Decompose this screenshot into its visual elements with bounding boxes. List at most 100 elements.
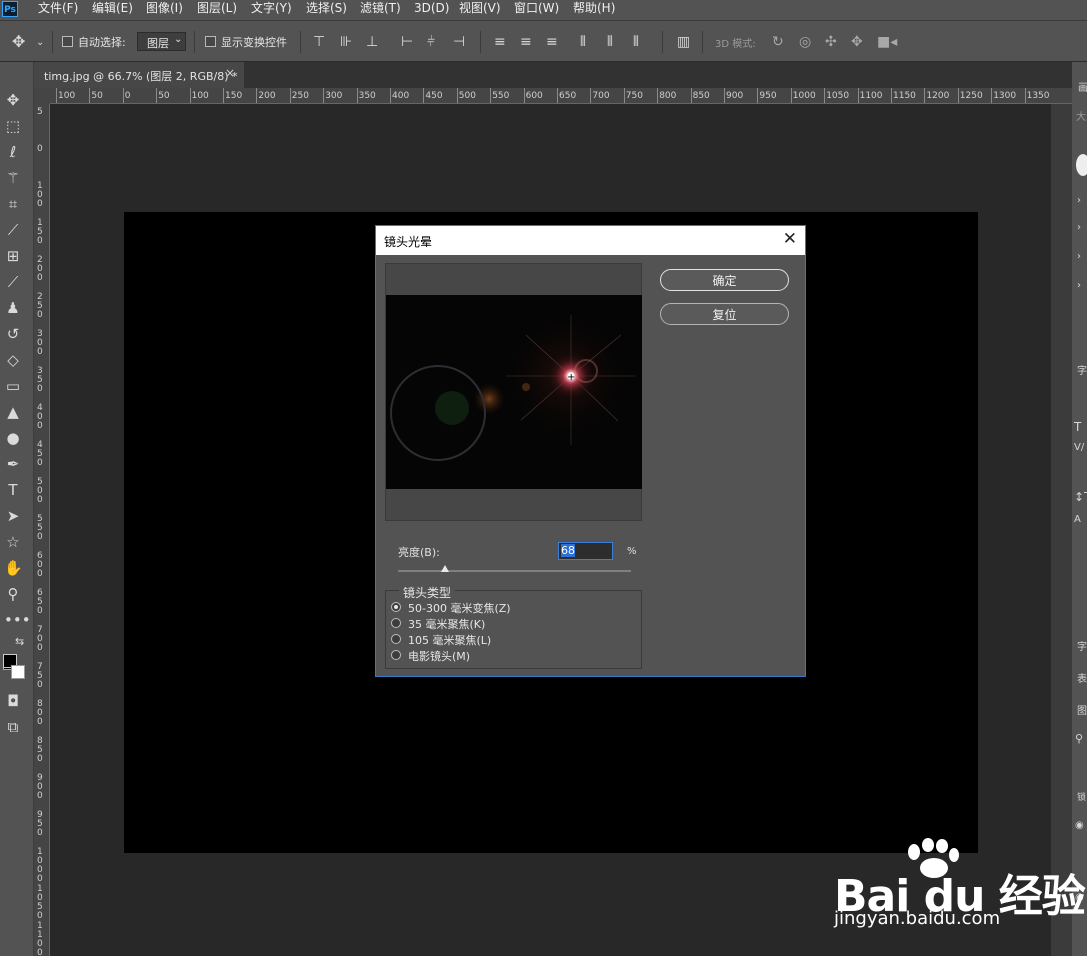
panel-tab-label[interactable]: 字 [1077,362,1087,377]
show-transform-checkbox[interactable] [205,36,216,47]
menu-type[interactable]: 文字(Y) [251,0,292,20]
panel-tab-label[interactable]: 画 [1078,79,1087,94]
document-tab[interactable]: timg.jpg @ 66.7% (图层 2, RGB/8) * × [34,62,244,88]
distribute-vcenter-icon[interactable]: ≡ [520,35,532,49]
3d-orbit-icon[interactable]: ↻ [772,35,784,49]
vertical-ruler[interactable]: 5 0 1 0 0 1 5 0 2 0 0 2 5 0 3 0 0 3 5 0 4 0 0 4 5… [34,104,50,956]
distribute-top-icon[interactable]: ≡ [494,35,506,49]
gradient-tool-icon[interactable]: ▭ [4,377,22,395]
background-color-swatch[interactable] [11,665,25,679]
pen-tool-icon[interactable]: ✒ [4,455,22,473]
radio-button[interactable] [391,634,401,644]
menu-window[interactable]: 窗口(W) [514,0,559,20]
auto-select-checkbox[interactable] [62,36,73,47]
brush-tool-icon[interactable]: ⟋ [4,273,22,291]
menu-file[interactable]: 文件(F) [38,0,78,20]
zoom-tool-icon[interactable]: ⚲ [4,585,22,603]
shape-tool-icon[interactable]: ☆ [4,533,22,551]
align-vcenter-icon[interactable]: ⊪ [340,35,352,49]
text-tool-icon[interactable]: T [1074,420,1081,434]
distribute-left-icon[interactable]: ⫴ [580,35,586,49]
distribute-hcenter-icon[interactable]: ⫴ [607,35,613,49]
swap-colors-icon[interactable]: ⇆ [15,635,24,648]
screen-mode-icon[interactable]: ⧉ [4,718,22,736]
panel-tab-label[interactable]: 图 [1077,702,1087,717]
horizontal-ruler[interactable]: 100 50 0 50 100 150 200 250 300 350 400 450 500 550 60… [50,88,1072,104]
eye-icon[interactable]: ◉ [1075,820,1084,831]
auto-align-icon[interactable]: ▥ [677,35,690,49]
magic-wand-tool-icon[interactable]: ⚚ [4,169,22,187]
brightness-slider-thumb[interactable] [440,565,449,572]
menu-layer[interactable]: 图层(L) [197,0,237,20]
move-tool-icon[interactable]: ✥ [4,91,22,109]
menu-view[interactable]: 视图(V) [459,0,501,20]
align-right-icon[interactable]: ⊣ [453,35,465,49]
menu-filter[interactable]: 滤镜(T) [360,0,401,20]
chevron-right-icon[interactable]: › [1077,222,1081,233]
ruler-tick-mark [857,88,859,103]
type-tool-icon[interactable]: T [4,481,22,499]
menu-3d[interactable]: 3D(D) [414,0,449,20]
flare-center-crosshair-icon[interactable]: + [567,372,575,383]
dialog-titlebar[interactable]: 镜头光晕 ✕ [376,226,805,255]
search-icon[interactable]: ⚲ [1075,732,1083,745]
divider [480,31,481,53]
distribute-right-icon[interactable]: ⫴ [633,35,639,49]
healing-brush-tool-icon[interactable]: ⊞ [4,247,22,265]
eraser-tool-icon[interactable]: ◇ [4,351,22,369]
3d-roll-icon[interactable]: ◎ [799,35,811,49]
vertical-scrollbar[interactable] [1051,104,1072,956]
menu-image[interactable]: 图像(I) [146,0,183,20]
radio-button[interactable] [391,602,401,612]
brightness-slider-track[interactable] [398,570,631,572]
chevron-right-icon[interactable]: › [1077,251,1081,262]
distribute-bottom-icon[interactable]: ≡ [546,35,558,49]
blur-tool-icon[interactable]: ▲ [4,403,22,421]
align-left-icon[interactable]: ⊢ [401,35,413,49]
path-selection-tool-icon[interactable]: ➤ [4,507,22,525]
lens-option-label: 电影镜头(M) [408,650,471,663]
panel-tab-label[interactable]: 大 [1076,108,1086,123]
kerning-icon[interactable]: V/ [1074,442,1084,453]
brightness-input[interactable]: 68 [558,542,613,560]
panel-tab-label[interactable]: 字 [1077,638,1087,653]
ruler-tick-label: 4 0 0 [37,403,43,431]
ruler-tick-label: 1 0 5 0 [37,884,43,921]
more-tools-icon[interactable]: ••• [4,611,31,629]
text-scale-icon[interactable]: ↕T [1074,490,1087,504]
3d-scale-icon[interactable]: ■◂ [877,35,897,49]
align-top-icon[interactable]: ⊤ [313,35,325,49]
hand-tool-icon[interactable]: ✋ [4,559,23,577]
align-bottom-icon[interactable]: ⊥ [366,35,378,49]
panel-tab-label[interactable]: 表 [1077,670,1087,685]
close-icon[interactable]: × [225,66,235,80]
move-tool-icon[interactable]: ✥ [12,34,25,50]
chevron-down-icon[interactable]: ⌄ [36,36,44,50]
clone-stamp-tool-icon[interactable]: ♟ [4,299,22,317]
ruler-tick-mark [490,88,492,103]
menu-edit[interactable]: 编辑(E) [92,0,133,20]
quick-mask-icon[interactable]: ◘ [4,692,22,710]
close-icon[interactable]: ✕ [783,229,797,249]
ruler-tick-label: 9 5 0 [37,810,43,838]
radio-button[interactable] [391,618,401,628]
menu-help[interactable]: 帮助(H) [573,0,615,20]
3d-pan-icon[interactable]: ✣ [825,35,837,49]
3d-slide-icon[interactable]: ✥ [851,35,863,49]
dodge-tool-icon[interactable]: ● [4,429,22,447]
chevron-right-icon[interactable]: › [1077,195,1081,206]
crop-tool-icon[interactable]: ⌗ [4,195,22,213]
reset-button[interactable]: 复位 [660,303,789,325]
marquee-tool-icon[interactable]: ⬚ [4,117,22,135]
align-hcenter-icon[interactable]: ⫩ [427,35,435,49]
lasso-tool-icon[interactable]: ℓ [4,143,22,161]
menu-select[interactable]: 选择(S) [306,0,347,20]
ok-button[interactable]: 确定 [660,269,789,291]
flare-preview[interactable]: + [386,295,642,489]
history-brush-tool-icon[interactable]: ↺ [4,325,22,343]
radio-button[interactable] [391,650,401,660]
baseline-icon[interactable]: A [1074,514,1081,525]
auto-select-dropdown[interactable]: 图层 ⌄ [137,32,186,51]
chevron-right-icon[interactable]: › [1077,280,1081,291]
eyedropper-tool-icon[interactable]: ⟋ [4,221,22,239]
